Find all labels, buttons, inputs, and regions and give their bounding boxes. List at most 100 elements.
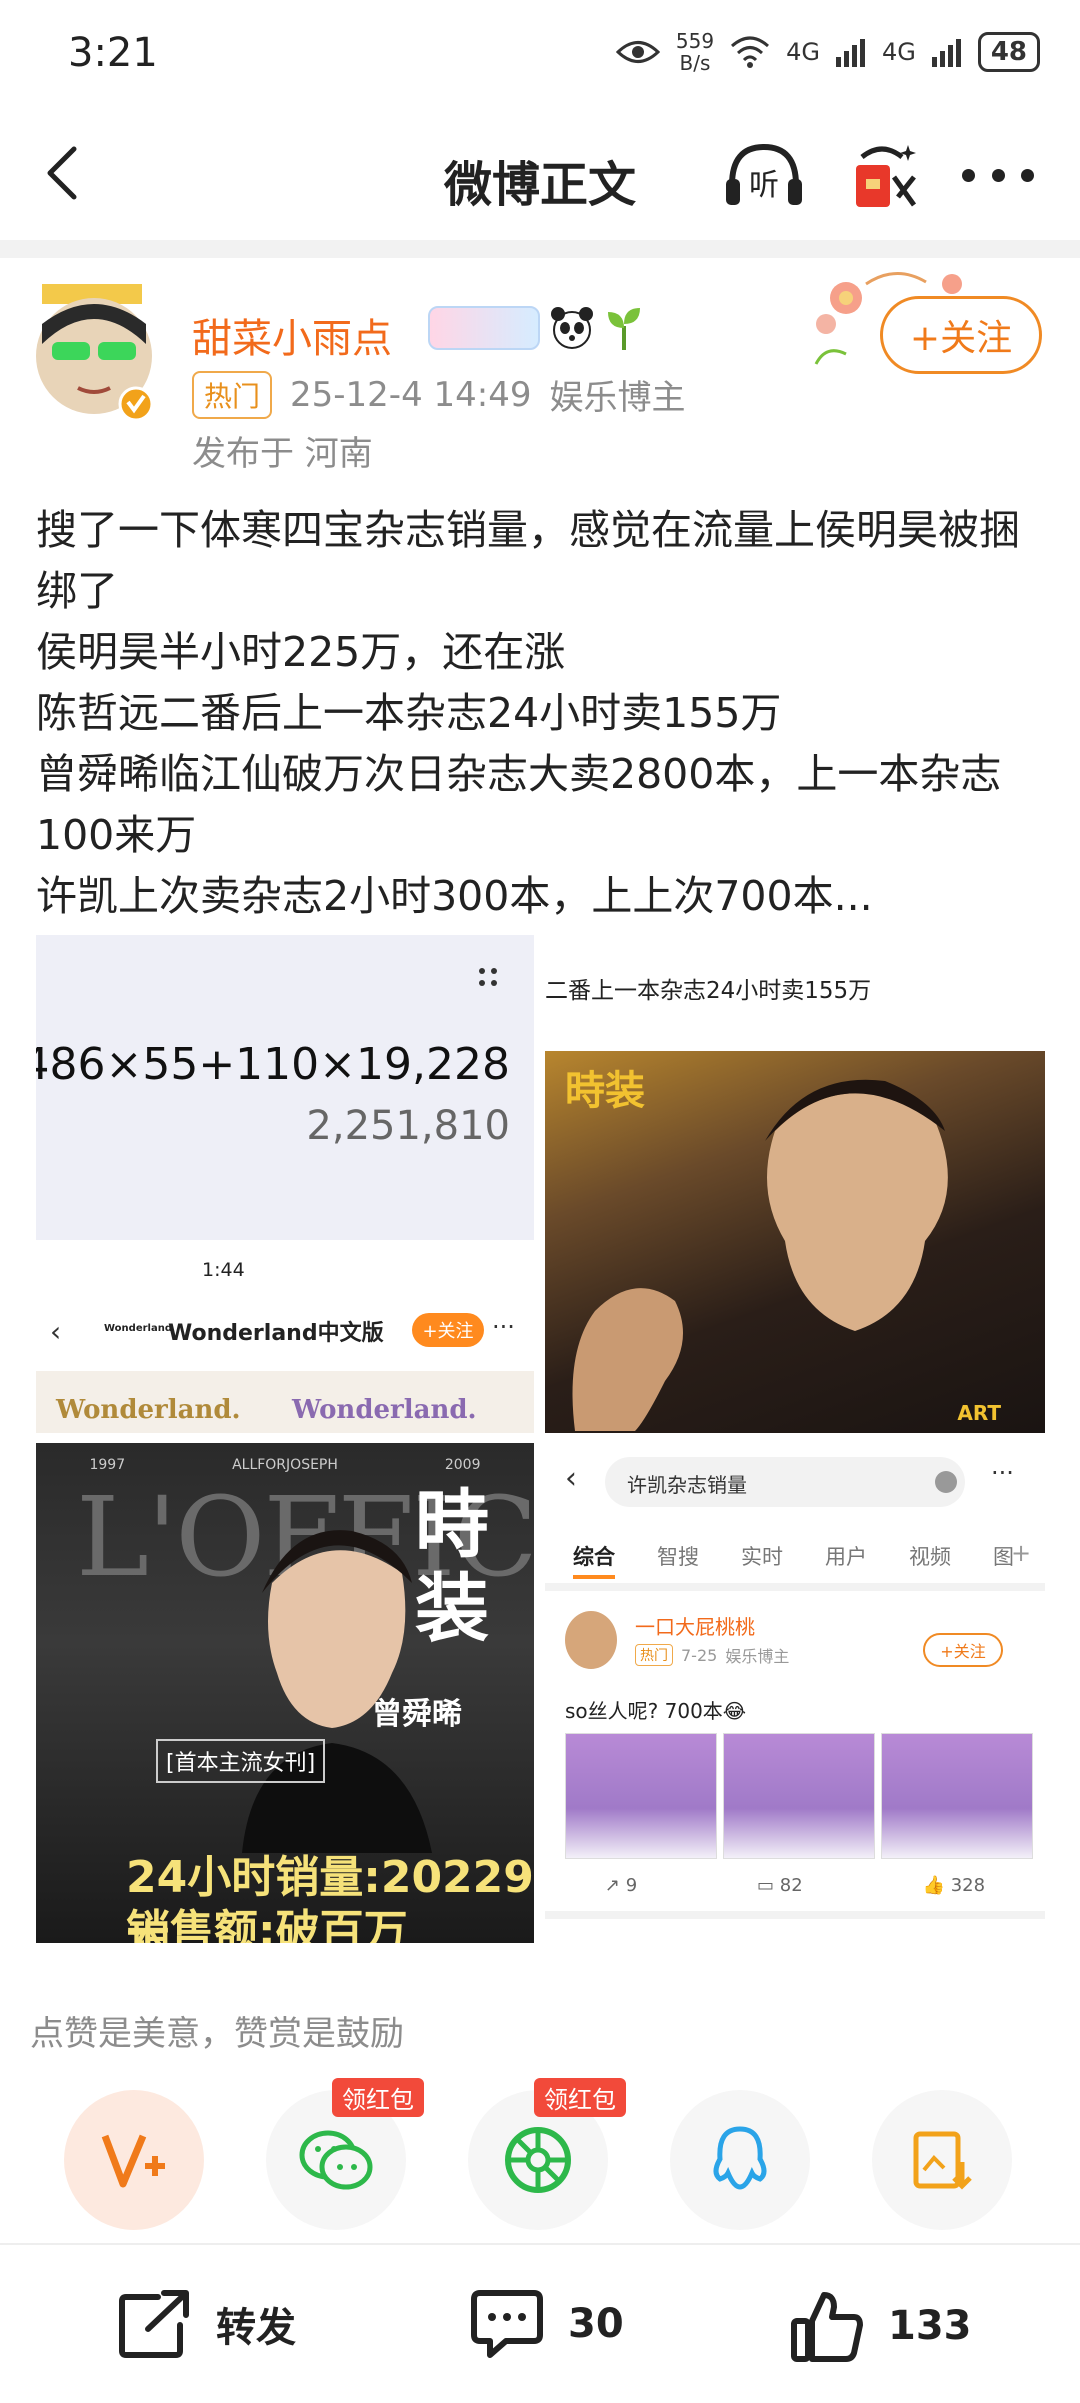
qq-icon (713, 2126, 767, 2190)
inner-back-icon: ‹ (565, 1461, 577, 1496)
post-datetime: 25-12-4 14:49 (290, 374, 532, 415)
post-image-calculator[interactable]: 2,486×55+110×19,228 2,251,810 1:44 ‹ Won… (36, 935, 534, 1433)
follow-button[interactable]: +关注 (880, 296, 1042, 374)
inner-search-box: 许凯杂志销量 (605, 1457, 965, 1507)
comment-icon (471, 2290, 543, 2358)
inner-tab: 实时 (741, 1545, 783, 1569)
inner-repost: ↗ 9 (604, 1875, 638, 1896)
signal-label-2: 4G (881, 38, 916, 66)
inner-thumbs (565, 1733, 1033, 1859)
cover-person-name: 曾舜晞 (372, 1697, 462, 1732)
calc-expression: 2,486×55+110×19,228 (36, 1039, 510, 1090)
post-line: 搜了一下体寒四宝杂志销量，感觉在流量上侯明昊被捆绑了 (36, 506, 1020, 615)
moments-share-button[interactable]: 领红包 (468, 2078, 626, 2230)
post-line: 陈哲远二番后上一本杂志24小时卖155万 (36, 689, 782, 737)
inner-poster-name: 一口大屁桃桃 (635, 1615, 755, 1639)
post-image-search-screenshot[interactable]: ‹ 许凯杂志销量 ··· 综合 智搜 实时 用户 视频 图 + 一口大屁桃桃 热… (545, 1443, 1045, 1943)
sprout-icon (608, 308, 640, 350)
inner-tabs: 综合 智搜 实时 用户 视频 图 (573, 1541, 1014, 1579)
like-button[interactable]: 133 (790, 2289, 972, 2363)
net-speed: 559 B/s (676, 30, 714, 74)
inner-plus-icon: + (1011, 1539, 1032, 1567)
listen-label: 听 (749, 168, 779, 203)
inner-follow: +关注 (412, 1313, 484, 1347)
red-packet-badge: 领红包 (332, 2078, 424, 2117)
inner-time: 1:44 (202, 1259, 245, 1281)
status-icons: 559 B/s 4G 4G 48 (615, 30, 1040, 74)
inner-more-icon: ··· (991, 1459, 1014, 1487)
inner-follow: +关注 (923, 1633, 1003, 1667)
net-speed-unit: B/s (679, 51, 711, 75)
magazine-title: 時装 (565, 1067, 645, 1114)
post-image-magazine-1[interactable]: 二番上一本杂志24小时卖155万 時装 ART (545, 935, 1045, 1433)
portrait-shape-icon (765, 1079, 948, 1331)
hot-tag: 热门 (192, 370, 273, 419)
inner-actions: ↗ 9 ▭ 82 👍 328 (545, 1875, 1045, 1896)
reward-button[interactable] (64, 2090, 204, 2230)
wechat-share-button[interactable]: 领红包 (266, 2078, 424, 2230)
inner-like: 👍 328 (922, 1875, 986, 1896)
thumbs-up-icon (791, 2292, 863, 2362)
cover-top-left: 1997 (89, 1457, 126, 1473)
battery-icon: 48 (977, 32, 1040, 72)
cover-top-right: 2009 (444, 1457, 481, 1473)
inner-comment: ▭ 82 (757, 1875, 803, 1896)
inner-post-text: so丝人呢? 700本😂 (565, 1699, 747, 1723)
inner-tab: 用户 (825, 1545, 867, 1569)
post-line: 曾舜晞临江仙破万次日杂志大卖2800本，上一本杂志100来万 (36, 750, 1002, 859)
inner-back-icon: ‹ (50, 1315, 62, 1348)
inner-poster-meta: 热门 7-25 娱乐博主 (635, 1643, 789, 1667)
repost-icon (119, 2290, 189, 2358)
red-packet-icon[interactable] (842, 137, 922, 215)
listen-button[interactable]: 听 (722, 139, 806, 211)
moments-icon (505, 2127, 571, 2193)
inner-hot-tag: 热门 (635, 1644, 673, 1666)
sales-line: 销售额:破百万103.6w (126, 1906, 408, 1943)
post-meta: 热门 25-12-4 14:49 娱乐博主 (192, 370, 686, 419)
comment-button[interactable]: 30 (470, 2289, 624, 2359)
banner-text: Wonderland. (292, 1395, 477, 1425)
image-caption: 二番上一本杂志24小时卖155万 (545, 978, 872, 1004)
hand-shape-icon (572, 1288, 683, 1431)
inner-banner: Wonderland. Wonderland. (36, 1371, 534, 1433)
inner-title: Wonderland中文版 (168, 1321, 384, 1346)
cover-top-text: 1997 ALLFORJOSEPH 2009 (36, 1457, 534, 1473)
inner-avatar (565, 1611, 617, 1669)
status-time: 3:21 (68, 30, 158, 76)
v-plus-icon (101, 2134, 165, 2188)
divider (545, 1911, 1045, 1919)
signal-icon (835, 39, 865, 67)
like-count: 133 (888, 2303, 972, 2349)
inner-thumb (565, 1733, 717, 1859)
post-line: 许凯上次卖杂志2小时300本，上上次700本... (36, 872, 873, 920)
nav-bar: 微博正文 听 (0, 115, 1080, 235)
inner-tab: 智搜 (657, 1545, 699, 1569)
post-line: 侯明昊半小时225万，还在涨 (36, 628, 566, 676)
calc-result: 2,251,810 (306, 1103, 510, 1149)
post-image-magazine-2[interactable]: 1997 ALLFORJOSEPH 2009 L'OFFICIEL 時装 曾舜晞… (36, 1443, 534, 1943)
inner-tab: 视频 (909, 1545, 951, 1569)
divider (545, 1583, 1045, 1591)
avatar[interactable] (28, 284, 160, 424)
inner-role: 娱乐博主 (725, 1647, 790, 1666)
cover-stamp: [首本主流女刊] (156, 1739, 326, 1783)
qq-share-button[interactable] (670, 2090, 810, 2230)
inner-status-bar: 1:44 (36, 1255, 534, 1295)
reward-tip: 点赞是美意，赞赏是鼓励 (30, 2014, 404, 2054)
wifi-icon (731, 36, 770, 68)
save-image-button[interactable] (872, 2090, 1012, 2230)
more-icon[interactable] (962, 155, 1034, 195)
save-image-icon (913, 2131, 972, 2190)
inner-date: 7-25 (681, 1645, 718, 1665)
post-location: 发布于 河南 (192, 434, 373, 474)
inner-search-bar: ‹ 许凯杂志销量 ··· (545, 1443, 1045, 1523)
divider (0, 240, 1080, 258)
author-name[interactable]: 甜菜小雨点 (192, 306, 392, 364)
signal-icon (931, 39, 961, 67)
post-body: 搜了一下体寒四宝杂志销量，感觉在流量上侯明昊被捆绑了 侯明昊半小时225万，还在… (36, 500, 1046, 927)
headphones-icon: 听 (726, 143, 802, 205)
eye-icon (615, 41, 660, 63)
inner-thumb (881, 1733, 1033, 1859)
signal-label-1: 4G (786, 38, 820, 66)
repost-button[interactable]: 转发 (118, 2289, 296, 2359)
